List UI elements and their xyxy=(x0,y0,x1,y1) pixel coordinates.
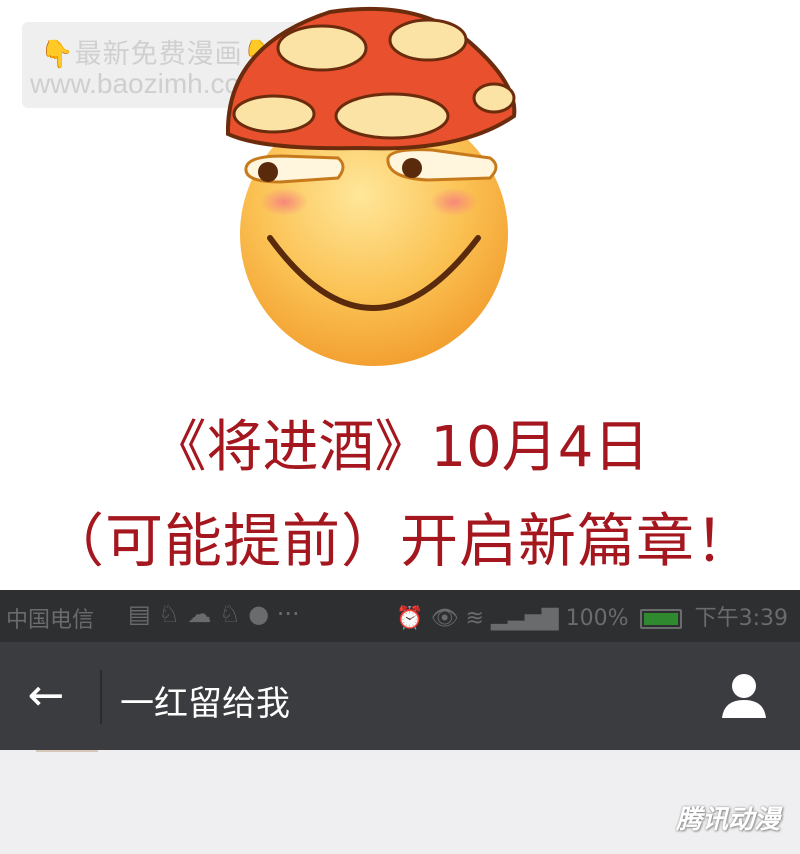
chat-content-area: 腾讯动漫 xyxy=(0,750,800,854)
status-right: ⏰ 👁 ≋ ▂▃▅▇ 100% 下午3:39 xyxy=(396,600,788,632)
battery-icon xyxy=(639,609,682,629)
announcement-line1: 《将进酒》10月4日 xyxy=(150,415,650,480)
carrier-label: 中国电信 xyxy=(6,608,95,633)
alarm-eye-wifi-icons: ⏰ 👁 ≋ xyxy=(396,606,484,631)
signal-icon: ▂▃▅▇ xyxy=(491,606,559,631)
battery-level-fill xyxy=(643,613,678,625)
mushroom-smiley-emoji xyxy=(225,6,517,366)
clock: 下午3:39 xyxy=(694,606,788,631)
hand-pointing-down-icon: 👇 xyxy=(40,39,75,70)
content-edge xyxy=(36,750,98,752)
status-bar: 中国电信 ▤ ♘ ☁ ♘ ● ··· ⏰ 👁 ≋ ▂▃▅▇ 100% 下午3:3… xyxy=(0,590,800,642)
notification-icons: ▤ ♘ ☁ ♘ ● ··· xyxy=(128,600,300,628)
watermark-text: 最新免费漫画 xyxy=(74,39,243,70)
back-arrow-icon[interactable]: ← xyxy=(18,668,74,724)
chat-title: 一红留给我 xyxy=(120,684,290,724)
battery-percent: 100% xyxy=(565,606,629,631)
header-divider xyxy=(100,670,102,724)
chat-header: ← 一红留给我 xyxy=(0,642,800,750)
announcement-line2: （可能提前）开启新篇章！ xyxy=(45,507,754,575)
person-icon[interactable] xyxy=(718,670,770,722)
corner-watermark: 腾讯动漫 xyxy=(675,805,780,835)
